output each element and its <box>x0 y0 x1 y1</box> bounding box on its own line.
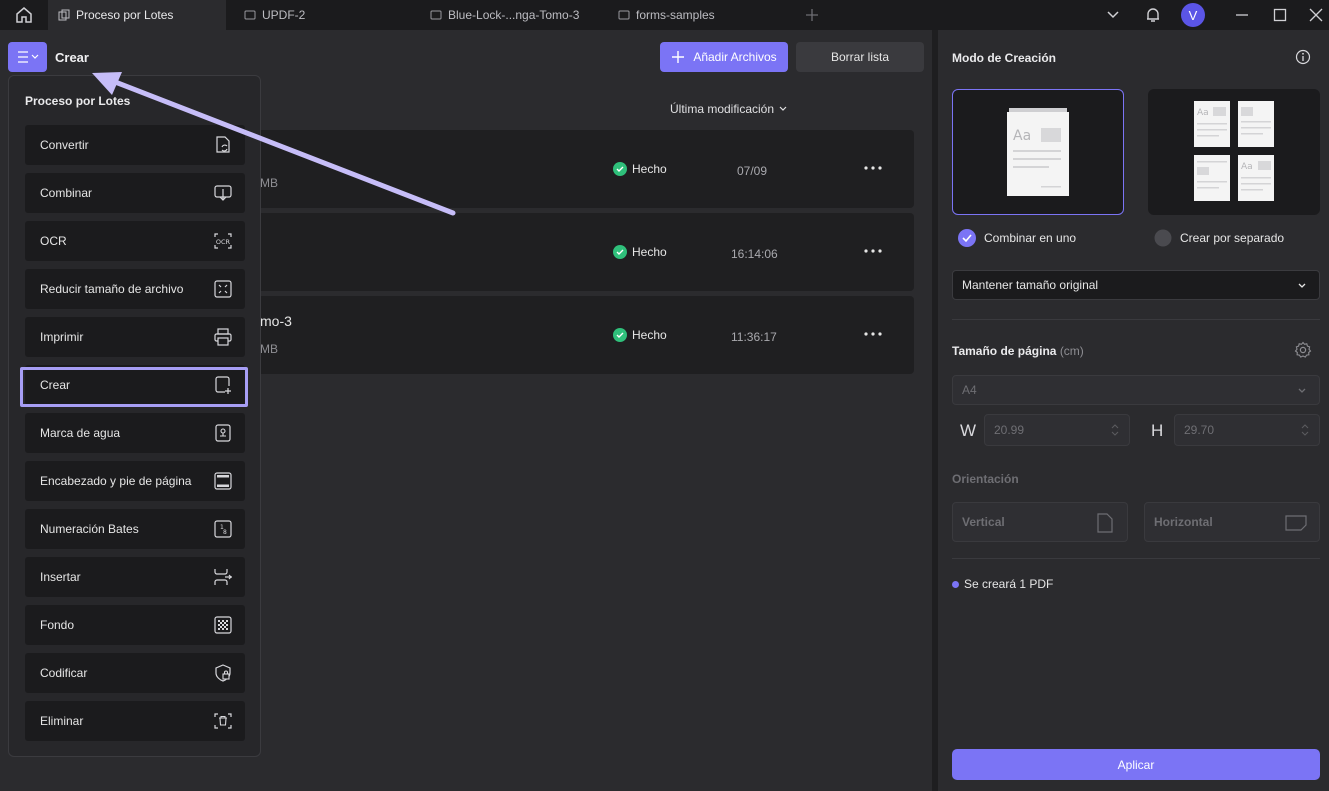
stepper-icon <box>1111 424 1119 436</box>
height-label: H <box>1151 421 1164 440</box>
apply-label: Aplicar <box>1117 757 1155 772</box>
avatar-letter: V <box>1181 3 1205 27</box>
vertical-label: Vertical <box>962 515 1005 529</box>
page-size-unit: (cm) <box>1059 344 1084 358</box>
combine-radio[interactable]: Combinar en uno <box>958 229 1076 247</box>
combine-label: Combinar en uno <box>984 231 1077 245</box>
bullet-dot <box>952 580 959 588</box>
width-input[interactable]: 20.99 <box>984 414 1130 446</box>
width-label: W <box>960 421 977 440</box>
page-size-select[interactable]: A4 <box>952 375 1320 405</box>
info-text: Se creará 1 PDF <box>952 577 1053 591</box>
horizontal-button[interactable]: Horizontal <box>1144 502 1320 542</box>
landscape-icon <box>1285 515 1307 531</box>
divider <box>952 319 1320 320</box>
svg-text:Aa: Aa <box>1241 162 1253 172</box>
page-size-title: Tamaño de página (cm) <box>952 344 1084 358</box>
info-label: Se creará 1 PDF <box>964 577 1054 591</box>
apply-button[interactable]: Aplicar <box>952 749 1320 780</box>
annotation-arrow <box>92 72 456 216</box>
panel-title: Modo de Creación <box>952 51 1057 65</box>
multiple-docs-icon: Aa Aa <box>1194 101 1274 201</box>
chevron-down-icon <box>1298 283 1306 288</box>
height-value: 29.70 <box>1184 423 1215 437</box>
height-input[interactable]: 29.70 <box>1174 414 1320 446</box>
width-value: 20.99 <box>994 423 1025 437</box>
checked-radio-icon <box>958 229 976 247</box>
size-option-select[interactable]: Mantener tamaño original <box>952 270 1320 300</box>
separate-mode-card[interactable]: Aa Aa <box>1148 89 1320 215</box>
maximize-icon[interactable] <box>1262 0 1298 30</box>
info-icon[interactable] <box>1295 49 1311 65</box>
separate-radio[interactable]: Crear por separado <box>1154 229 1284 247</box>
vertical-button[interactable]: Vertical <box>952 502 1128 542</box>
svg-text:Aa: Aa <box>1013 128 1031 144</box>
combine-mode-card[interactable]: Aa <box>952 89 1124 215</box>
orientation-title: Orientación <box>952 472 1019 486</box>
page-size-label: Tamaño de página <box>952 344 1057 358</box>
unchecked-radio-icon <box>1154 229 1172 247</box>
svg-text:Aa: Aa <box>1197 108 1209 118</box>
divider <box>952 558 1320 559</box>
horizontal-label: Horizontal <box>1154 515 1213 529</box>
stepper-icon <box>1301 424 1309 436</box>
single-doc-icon: Aa <box>1007 108 1069 196</box>
size-option-value: Mantener tamaño original <box>962 278 1099 292</box>
chevron-down-icon <box>1298 388 1306 393</box>
bell-icon[interactable] <box>1135 0 1171 30</box>
chevron-down-icon[interactable] <box>1095 0 1131 30</box>
avatar[interactable]: V <box>1175 0 1211 30</box>
page-size-value: A4 <box>962 383 977 397</box>
close-icon[interactable] <box>1298 0 1329 30</box>
minimize-icon[interactable] <box>1224 0 1260 30</box>
gear-icon[interactable] <box>1294 341 1312 359</box>
portrait-icon <box>1097 513 1113 533</box>
separate-label: Crear por separado <box>1180 231 1285 245</box>
